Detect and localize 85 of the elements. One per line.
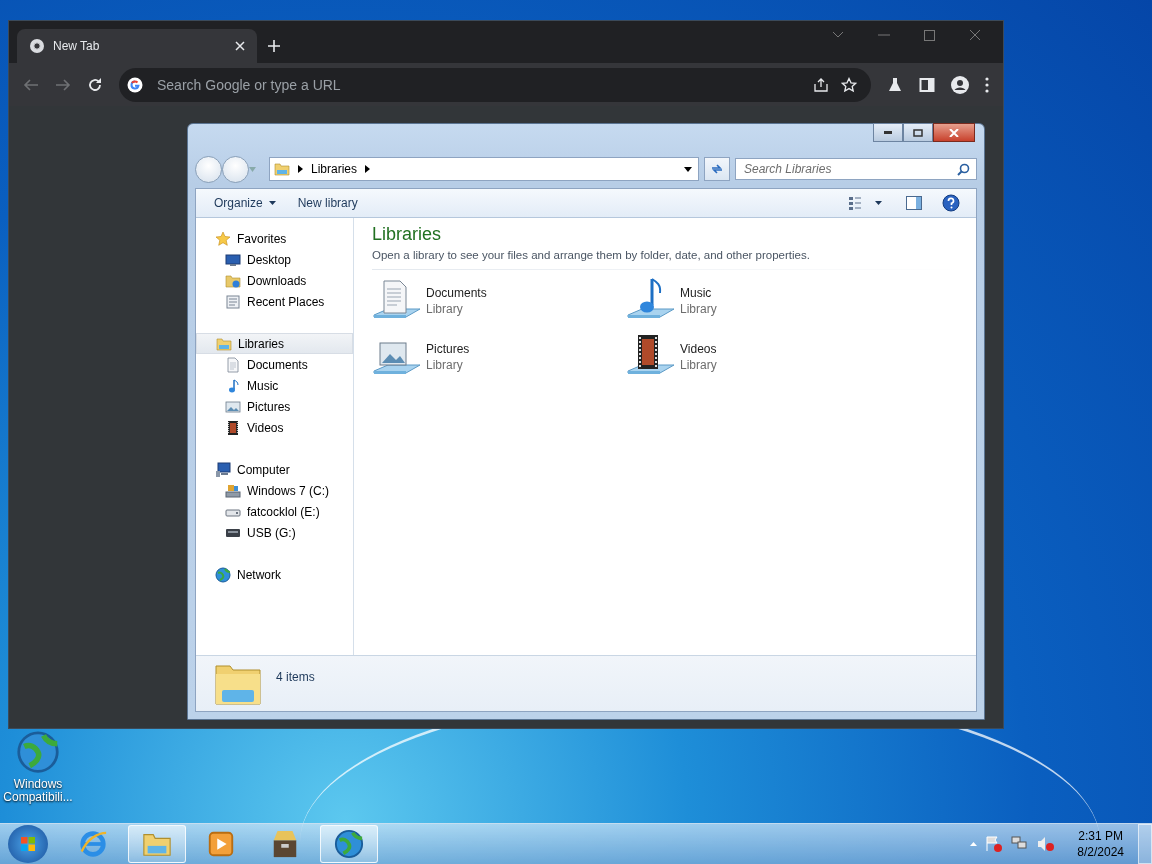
back-arrow-icon[interactable] xyxy=(23,76,39,93)
folder-arrow-icon xyxy=(225,272,241,289)
caret-icon[interactable] xyxy=(875,201,882,205)
google-g-icon xyxy=(127,76,143,93)
globe-icon xyxy=(334,829,364,859)
refresh-arrows-icon xyxy=(710,163,724,175)
chevron-right-icon[interactable] xyxy=(365,165,371,173)
close-tab-icon[interactable] xyxy=(235,41,245,51)
page-heading: Libraries xyxy=(372,224,443,245)
library-folder-icon xyxy=(216,335,232,352)
flag-icon[interactable] xyxy=(985,836,1004,852)
window-list-icon xyxy=(225,293,241,310)
help-icon[interactable] xyxy=(942,194,960,212)
close-icon[interactable] xyxy=(969,29,981,41)
library-item[interactable]: Videos Library xyxy=(626,332,880,382)
navigation-item[interactable]: Videos xyxy=(196,417,353,438)
navigation-item[interactable]: fatcocklol (E:) xyxy=(196,501,353,522)
search-input[interactable]: Search Libraries xyxy=(744,161,953,177)
browser-tab[interactable]: New Tab xyxy=(17,29,257,63)
forward-arrow-icon[interactable] xyxy=(55,76,71,93)
computer-icon xyxy=(215,461,231,478)
clock-time[interactable]: 2:31 PM xyxy=(1078,828,1123,844)
chevron-down-icon[interactable] xyxy=(832,31,844,39)
navigation-item[interactable]: Music xyxy=(196,375,353,396)
browser-e-icon xyxy=(78,829,108,859)
maximize-button[interactable] xyxy=(903,123,933,142)
navigation-item[interactable]: USB (G:) xyxy=(196,522,353,543)
minimize-icon xyxy=(884,131,892,134)
address-bar[interactable]: Search Google or type a URL xyxy=(119,67,871,102)
clock-date[interactable]: 8/2/2024 xyxy=(1077,844,1124,860)
side-panel-icon[interactable] xyxy=(919,76,935,93)
taskbar-button[interactable] xyxy=(320,825,378,863)
reload-icon[interactable] xyxy=(87,76,103,93)
maximize-icon[interactable] xyxy=(924,29,935,41)
preview-pane-icon[interactable] xyxy=(906,196,922,210)
navigation-item[interactable]: Computer xyxy=(196,459,353,480)
globe-icon xyxy=(16,730,60,774)
windows-logo-icon xyxy=(20,836,36,852)
search-field[interactable]: Search Libraries xyxy=(735,158,977,180)
share-icon[interactable] xyxy=(813,76,829,93)
star-icon xyxy=(215,230,231,247)
navigation-item[interactable]: Pictures xyxy=(196,396,353,417)
details-pane: 4 items xyxy=(196,655,976,711)
new-tab-icon[interactable] xyxy=(267,39,281,53)
monitor-icon xyxy=(225,251,241,268)
toolbar-button[interactable]: New library xyxy=(289,192,366,214)
film-icon xyxy=(225,419,241,436)
chrome-logo-icon xyxy=(29,38,45,54)
page-description: Open a library to see your files and arrange them by folder, date, and other properties. xyxy=(372,249,811,261)
minimize-button[interactable] xyxy=(873,123,903,142)
network-icon[interactable] xyxy=(1011,836,1030,852)
profile-icon[interactable] xyxy=(951,75,969,94)
navigation-item[interactable]: Windows 7 (C:) xyxy=(196,480,353,501)
library-folder-icon xyxy=(274,161,290,177)
library-item[interactable]: Music Library xyxy=(626,276,880,326)
maximize-icon xyxy=(913,128,923,137)
flask-icon[interactable] xyxy=(887,76,903,93)
speaker-muted-icon[interactable] xyxy=(1037,836,1056,852)
navigation-item[interactable]: Downloads xyxy=(196,270,353,291)
caret-icon xyxy=(268,201,276,205)
play-icon xyxy=(206,829,236,859)
bookmark-star-icon[interactable] xyxy=(841,76,857,93)
navigation-item[interactable]: Network xyxy=(196,564,353,585)
navigation-item[interactable]: Desktop xyxy=(196,249,353,270)
close-icon xyxy=(949,128,959,137)
search-icon xyxy=(957,162,970,176)
toolbar-button[interactable]: Organize xyxy=(206,192,284,214)
address-bar[interactable]: Libraries xyxy=(269,157,699,181)
system-drive-icon xyxy=(225,482,241,499)
navigation-item[interactable]: Favorites xyxy=(196,228,353,249)
menu-icon[interactable] xyxy=(985,76,989,93)
dropdown-caret-icon[interactable] xyxy=(684,166,692,172)
document-icon xyxy=(225,356,241,373)
navigation-item[interactable]: Libraries xyxy=(196,333,353,354)
picture-icon xyxy=(225,398,241,415)
library-item[interactable]: Pictures Library xyxy=(372,332,626,382)
refresh-button[interactable] xyxy=(704,157,730,181)
start-button[interactable] xyxy=(8,825,48,863)
close-button[interactable] xyxy=(933,123,975,142)
navigation-item[interactable]: Documents xyxy=(196,354,353,375)
breadcrumb-item[interactable]: Libraries xyxy=(311,162,358,176)
globe-icon xyxy=(215,566,231,583)
navigation-item[interactable]: Recent Places xyxy=(196,291,353,312)
library-item[interactable]: Documents Library xyxy=(372,276,626,326)
chevron-right-icon[interactable] xyxy=(298,165,303,173)
